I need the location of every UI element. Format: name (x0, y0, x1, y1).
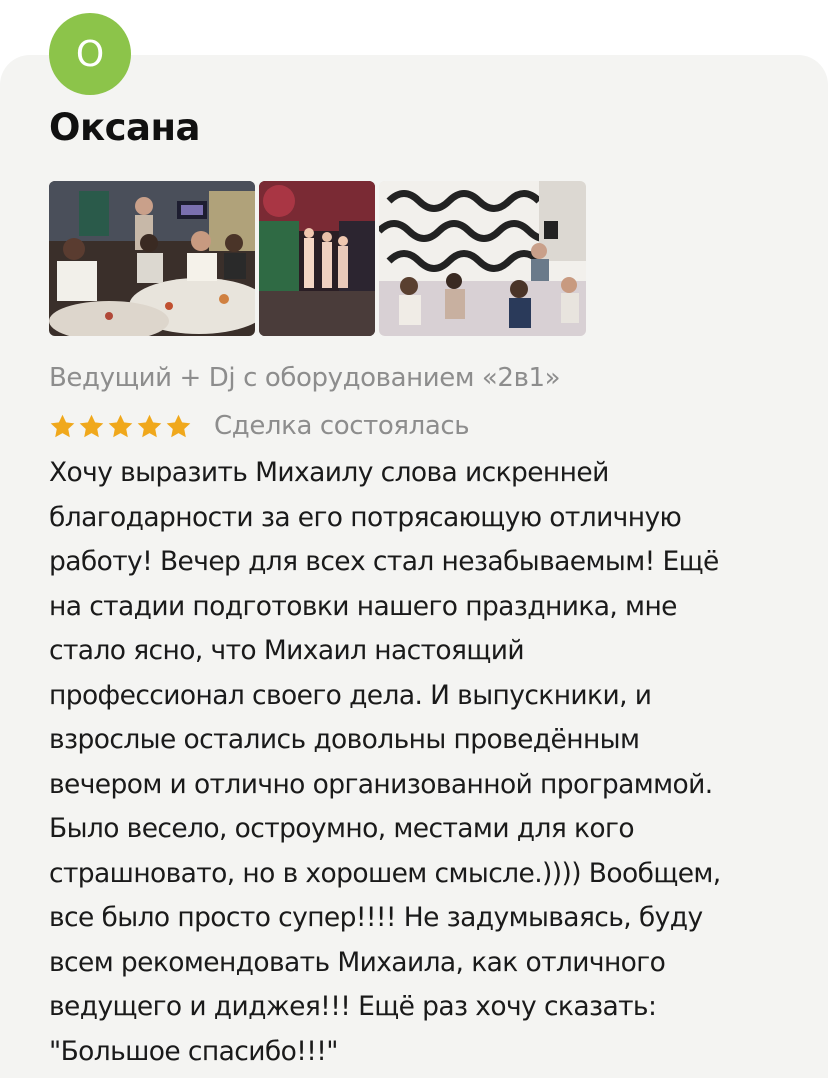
rating-stars (49, 413, 192, 440)
service-title: Ведущий + Dj с оборудованием «2в1» (49, 363, 561, 393)
avatar-letter: О (75, 33, 105, 75)
author-name: Оксана (49, 106, 201, 149)
deal-status: Сделка состоялась (214, 411, 470, 441)
avatar: О (49, 13, 131, 95)
rating-row: Сделка состоялась (49, 406, 470, 446)
review-photo-1[interactable] (49, 181, 255, 336)
review-text: Хочу выразить Михаилу слова искренней бл… (49, 457, 721, 1067)
star-icon (50, 414, 75, 437)
review-page: О Оксана Ведущий + Dj с оборудованием «2… (0, 0, 828, 1078)
star-icon (137, 414, 162, 437)
party-photo-icon (259, 181, 375, 336)
star-icon (166, 414, 191, 437)
star-icon (108, 414, 133, 437)
party-photo-icon (379, 181, 586, 336)
star-icon (79, 414, 104, 437)
party-photo-icon (49, 181, 255, 336)
review-photo-2[interactable] (259, 181, 375, 336)
review-photo-3[interactable] (379, 181, 586, 336)
